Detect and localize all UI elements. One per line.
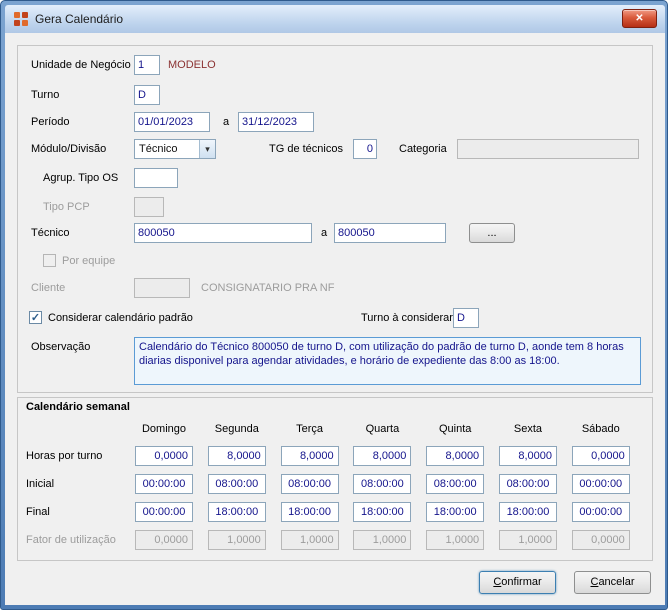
cliente-label: Cliente bbox=[31, 282, 66, 294]
inicial-input[interactable] bbox=[426, 474, 485, 494]
confirmar-button-label: Confirmar bbox=[493, 576, 542, 588]
day-header: Sexta bbox=[513, 423, 543, 435]
final-input[interactable] bbox=[571, 502, 630, 522]
dialog-window: Gera Calendário ✕ Unidade de Negócio MOD… bbox=[0, 0, 668, 610]
observacao-label: Observação bbox=[31, 341, 91, 353]
fator-input bbox=[280, 530, 339, 550]
turno-input[interactable] bbox=[134, 85, 160, 105]
tecnico-label: Técnico bbox=[31, 227, 70, 239]
considerar-padrao-checkbox[interactable]: ✓ bbox=[29, 311, 42, 324]
day-header: Quinta bbox=[438, 423, 472, 435]
fator-input bbox=[353, 530, 412, 550]
final-label: Final bbox=[26, 506, 50, 518]
horas-input[interactable] bbox=[353, 446, 412, 466]
confirmar-button[interactable]: Confirmar bbox=[479, 571, 556, 594]
close-icon: ✕ bbox=[635, 13, 644, 24]
horas-input[interactable] bbox=[135, 446, 193, 466]
tecnico-separator: a bbox=[321, 227, 328, 239]
agrup-tipo-os-input[interactable] bbox=[134, 168, 178, 188]
inicial-input[interactable] bbox=[280, 474, 339, 494]
categoria-input bbox=[457, 139, 639, 159]
horas-input[interactable] bbox=[280, 446, 339, 466]
horas-input[interactable] bbox=[426, 446, 485, 466]
fator-input bbox=[426, 530, 485, 550]
cliente-description: CONSIGNATARIO PRA NF bbox=[201, 282, 335, 294]
horas-input[interactable] bbox=[207, 446, 266, 466]
tecnico-start-input[interactable] bbox=[134, 223, 312, 243]
agrup-tipo-os-label: Agrup. Tipo OS bbox=[43, 172, 119, 184]
inicial-input[interactable] bbox=[571, 474, 630, 494]
tecnico-end-input[interactable] bbox=[334, 223, 446, 243]
turno-considerar-label: Turno à considerar bbox=[361, 312, 453, 324]
cancelar-button-label: Cancelar bbox=[590, 576, 635, 588]
periodo-label: Período bbox=[31, 116, 70, 128]
modulo-divisao-value: Técnico bbox=[139, 143, 178, 155]
fator-input bbox=[135, 530, 193, 550]
cancelar-button[interactable]: Cancelar bbox=[574, 571, 651, 594]
modulo-divisao-label: Módulo/Divisão bbox=[31, 143, 107, 155]
horas-por-turno-label: Horas por turno bbox=[26, 450, 103, 462]
fator-input bbox=[498, 530, 557, 550]
inicial-input[interactable] bbox=[353, 474, 412, 494]
close-button[interactable]: ✕ bbox=[622, 9, 657, 28]
fator-utilizacao-label: Fator de utilização bbox=[26, 534, 116, 546]
calendar-grid-icon bbox=[14, 12, 28, 26]
fator-input bbox=[207, 530, 266, 550]
cliente-input bbox=[134, 278, 190, 298]
por-equipe-checkbox bbox=[43, 254, 56, 267]
observacao-textarea[interactable]: Calendário do Técnico 800050 de turno D,… bbox=[134, 337, 641, 385]
final-input[interactable] bbox=[498, 502, 557, 522]
inicial-input[interactable] bbox=[498, 474, 557, 494]
inicial-input[interactable] bbox=[207, 474, 266, 494]
categoria-label: Categoria bbox=[399, 143, 447, 155]
inicial-input[interactable] bbox=[135, 474, 193, 494]
final-input[interactable] bbox=[135, 502, 193, 522]
final-input[interactable] bbox=[353, 502, 412, 522]
turno-considerar-input[interactable] bbox=[453, 308, 479, 328]
tecnico-browse-button[interactable]: ... bbox=[469, 223, 515, 243]
day-header: Sábado bbox=[581, 423, 620, 435]
weekly-calendar-grid: Domingo Segunda Terça Quarta Quinta Sext… bbox=[26, 416, 645, 554]
unidade-negocio-description: MODELO bbox=[168, 59, 216, 71]
title-bar[interactable]: Gera Calendário ✕ bbox=[5, 5, 665, 33]
horas-input[interactable] bbox=[498, 446, 557, 466]
inicial-label: Inicial bbox=[26, 478, 55, 490]
final-input[interactable] bbox=[426, 502, 485, 522]
tg-tecnicos-label: TG de técnicos bbox=[269, 143, 343, 155]
periodo-separator: a bbox=[223, 116, 230, 128]
por-equipe-label: Por equipe bbox=[62, 255, 116, 267]
horas-input[interactable] bbox=[571, 446, 630, 466]
day-header: Quarta bbox=[365, 423, 400, 435]
modulo-divisao-select[interactable]: Técnico ▾ bbox=[134, 139, 216, 159]
weekly-calendar-panel: Calendário semanal Domingo Segunda Terça… bbox=[17, 397, 653, 561]
day-header: Terça bbox=[296, 423, 324, 435]
final-input[interactable] bbox=[207, 502, 266, 522]
window-title: Gera Calendário bbox=[35, 12, 124, 26]
weekly-calendar-title: Calendário semanal bbox=[26, 401, 130, 413]
fator-input bbox=[571, 530, 630, 550]
day-header: Domingo bbox=[141, 423, 187, 435]
final-input[interactable] bbox=[280, 502, 339, 522]
periodo-start-input[interactable] bbox=[134, 112, 210, 132]
tipo-pcp-input bbox=[134, 197, 164, 217]
periodo-end-input[interactable] bbox=[238, 112, 314, 132]
unidade-negocio-input[interactable] bbox=[134, 55, 160, 75]
chevron-down-icon: ▾ bbox=[199, 140, 215, 158]
unidade-negocio-label: Unidade de Negócio bbox=[31, 59, 131, 71]
tipo-pcp-label: Tipo PCP bbox=[43, 201, 90, 213]
tg-tecnicos-input[interactable] bbox=[353, 139, 377, 159]
check-icon: ✓ bbox=[30, 312, 41, 324]
day-header: Segunda bbox=[214, 423, 259, 435]
turno-label: Turno bbox=[31, 89, 60, 101]
considerar-padrao-label: Considerar calendário padrão bbox=[48, 312, 193, 324]
